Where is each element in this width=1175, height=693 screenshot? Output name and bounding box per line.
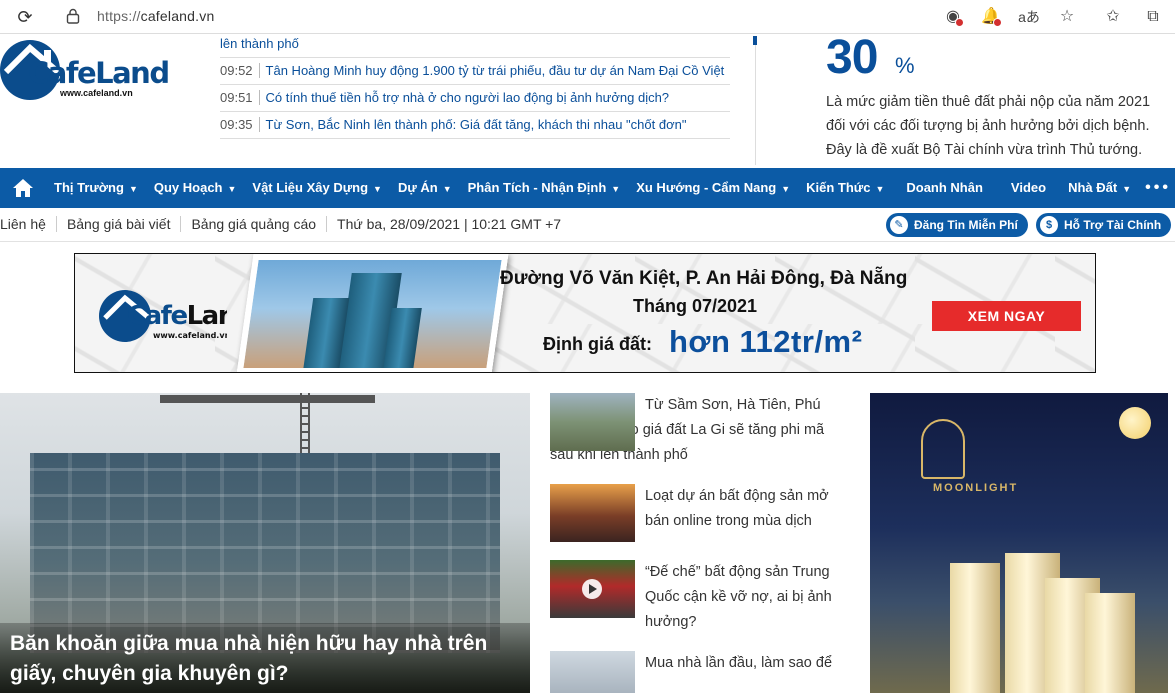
- reload-icon[interactable]: ⟳: [14, 6, 36, 28]
- list-item[interactable]: “Đế chế” bất động sản Trung Quốc cận kề …: [550, 560, 850, 635]
- logo-domain: www.cafeland.vn: [60, 88, 133, 98]
- free-post-button[interactable]: ✎ Đăng Tin Miễn Phí: [886, 213, 1028, 237]
- tower-graphic: [1085, 593, 1135, 693]
- nav-item-vat-lieu[interactable]: Vật Liệu Xây Dựng ▼: [244, 168, 390, 209]
- main-nav: Thị Trường ▼ Quy Hoạch ▼ Vật Liệu Xây Dựng…: [0, 168, 1175, 208]
- stat-value: 30: [826, 31, 878, 84]
- utility-bar: Liên hệ Bảng giá bài viết Bảng giá quảng…: [0, 208, 1175, 242]
- lock-icon[interactable]: [66, 8, 80, 24]
- article-thumbnail[interactable]: [550, 393, 635, 451]
- news-item[interactable]: 09:52 Tân Hoàng Minh huy động 1.900 tỷ từ…: [220, 58, 730, 85]
- add-favorite-icon[interactable]: ☆: [1056, 6, 1078, 28]
- chevron-down-icon: ▼: [128, 183, 138, 194]
- ad-pricing-link[interactable]: Bảng giá quảng cáo: [181, 216, 328, 232]
- news-item[interactable]: lên thành phố: [220, 34, 730, 58]
- logo-brand: CafeLand: [28, 56, 170, 90]
- nav-item-du-an[interactable]: Dự Án ▼: [390, 168, 460, 209]
- nav-more-button[interactable]: •••: [1139, 179, 1171, 197]
- nav-item-phan-tich[interactable]: Phân Tích - Nhận Định ▼: [460, 168, 629, 209]
- svg-text:CafeLand: CafeLand: [127, 301, 227, 331]
- edit-icon: ✎: [890, 216, 908, 234]
- chevron-down-icon: ▼: [781, 183, 791, 194]
- chevron-down-icon: ▼: [442, 183, 452, 194]
- nav-item-doanh-nhan[interactable]: Doanh Nhân: [892, 168, 997, 208]
- chevron-down-icon: ▼: [1122, 183, 1132, 194]
- chevron-down-icon: ▼: [373, 183, 382, 194]
- news-item[interactable]: 09:35 Từ Sơn, Bắc Ninh lên thành phố: Giá…: [220, 112, 730, 139]
- read-aloud-icon[interactable]: aあ: [1018, 6, 1040, 28]
- contact-link[interactable]: Liên hệ: [0, 216, 57, 232]
- featured-title[interactable]: Băn khoăn giữa mua nhà hiện hữu hay nhà …: [0, 623, 530, 693]
- finance-support-button[interactable]: $ Hỗ Trợ Tài Chính: [1036, 213, 1172, 237]
- svg-text:www.cafeland.vn: www.cafeland.vn: [153, 331, 227, 340]
- list-item[interactable]: Từ Sầm Sơn, Hà Tiên, Phú Quốc, dự báo gi…: [550, 393, 850, 468]
- tower-graphic: [950, 563, 1000, 693]
- banner-price-label: Định giá đất:: [543, 334, 652, 354]
- article-thumbnail[interactable]: [550, 484, 635, 542]
- notifications-blocked-icon[interactable]: 🔔: [980, 6, 1002, 28]
- site-logo[interactable]: CafeLand www.cafeland.vn: [0, 36, 170, 106]
- list-item[interactable]: Loạt dự án bất động sản mở bán online tr…: [550, 484, 850, 544]
- browser-toolbar: ⟳ https://cafeland.vn ◉ 🔔 aあ ☆ ✩ ⧉: [0, 0, 1175, 34]
- nav-item-xu-huong[interactable]: Xu Hướng - Cẩm Nang ▼: [628, 168, 798, 209]
- home-icon[interactable]: [0, 168, 46, 208]
- chevron-down-icon: ▼: [875, 183, 885, 194]
- latest-news-list: lên thành phố 09:52 Tân Hoàng Minh huy độ…: [220, 34, 730, 139]
- crane-arm: [160, 395, 375, 403]
- featured-article[interactable]: Băn khoăn giữa mua nhà hiện hữu hay nhà …: [0, 393, 530, 693]
- header-divider: [755, 45, 756, 165]
- stat-description[interactable]: Là mức giảm tiền thuê đất phải nộp của n…: [826, 90, 1161, 162]
- address-bar[interactable]: https://cafeland.vn: [97, 8, 214, 24]
- article-thumbnail[interactable]: [550, 651, 635, 693]
- tracking-blocked-icon[interactable]: ◉: [942, 6, 964, 28]
- nav-item-thi-truong[interactable]: Thị Trường ▼: [46, 168, 146, 209]
- play-icon[interactable]: [550, 560, 635, 618]
- news-scroll-indicator[interactable]: [753, 36, 757, 45]
- current-date: Thứ ba, 28/09/2021 | 10:21 GMT +7: [337, 216, 562, 232]
- list-item[interactable]: Mua nhà lần đầu, làm sao để: [550, 651, 850, 693]
- news-item[interactable]: 09:51 Có tính thuế tiền hỗ trợ nhà ở cho …: [220, 85, 730, 112]
- ad-brand: MOONLIGHT: [933, 482, 1019, 494]
- stat-unit: %: [895, 53, 915, 78]
- nav-item-quy-hoach[interactable]: Quy Hoạch ▼: [146, 168, 245, 209]
- banner-logo: CafeLand www.cafeland.vn: [99, 290, 227, 342]
- banner-date: Tháng 07/2021: [633, 296, 758, 316]
- dollar-icon: $: [1040, 216, 1058, 234]
- banner-address: Đường Võ Văn Kiệt, P. An Hải Đông, Đà Nẵ…: [500, 268, 908, 289]
- article-thumbnail[interactable]: [550, 560, 635, 618]
- view-now-button[interactable]: XEM NGAY: [932, 301, 1081, 331]
- favorites-icon[interactable]: ✩: [1102, 6, 1124, 28]
- nav-item-video[interactable]: Video: [997, 168, 1060, 208]
- nav-item-nha-dat[interactable]: Nhà Đất ▼: [1060, 168, 1139, 209]
- moonlight-emblem-icon: [921, 419, 965, 479]
- banner-price: hơn 112tr/m²: [669, 324, 863, 359]
- moonlight-ad[interactable]: MOONLIGHT: [870, 393, 1168, 693]
- side-article-list: Từ Sầm Sơn, Hà Tiên, Phú Quốc, dự báo gi…: [550, 393, 850, 693]
- collections-icon[interactable]: ⧉: [1142, 6, 1164, 28]
- article-pricing-link[interactable]: Bảng giá bài viết: [57, 216, 182, 232]
- chevron-down-icon: ▼: [227, 183, 237, 194]
- land-price-banner[interactable]: CafeLand www.cafeland.vn Đường Võ Văn Ki…: [74, 253, 1096, 373]
- nav-item-kien-thuc[interactable]: Kiến Thức ▼: [798, 168, 892, 209]
- chevron-down-icon: ▼: [611, 183, 621, 194]
- moon-graphic: [1119, 407, 1151, 439]
- building-photo: [236, 254, 509, 372]
